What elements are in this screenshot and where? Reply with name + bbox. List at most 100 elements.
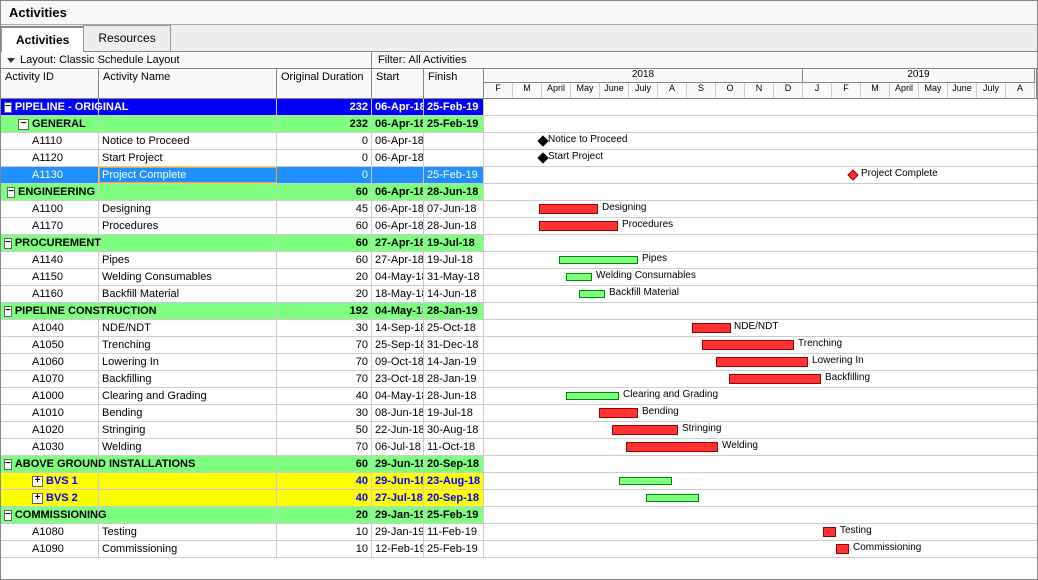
- gantt-bar[interactable]: [836, 544, 849, 554]
- gantt-label: Notice to Proceed: [548, 134, 628, 145]
- gantt-bar[interactable]: [692, 323, 731, 333]
- gantt-bar[interactable]: [612, 425, 678, 435]
- gantt-bar[interactable]: [626, 442, 718, 452]
- table-row[interactable]: −ENGINEERING6006-Apr-1828-Jun-18: [1, 184, 1037, 201]
- gantt-bar[interactable]: [539, 221, 618, 231]
- table-row[interactable]: A1050Trenching7025-Sep-1831-Dec-18Trench…: [1, 337, 1037, 354]
- cell-activity-id: A1040: [1, 320, 99, 336]
- cell-finish: 30-Aug-18: [424, 422, 484, 438]
- cell-duration: 0: [277, 150, 372, 166]
- collapse-icon[interactable]: −: [4, 238, 12, 249]
- table-row[interactable]: −PROCUREMENT6027-Apr-1819-Jul-18: [1, 235, 1037, 252]
- cell-activity-id: A1060: [1, 354, 99, 370]
- collapse-icon[interactable]: −: [4, 459, 12, 470]
- cell-finish: 25-Oct-18: [424, 320, 484, 336]
- cell-activity-id: A1130: [1, 167, 99, 183]
- gantt-label: Backfill Material: [609, 287, 679, 298]
- collapse-icon[interactable]: −: [18, 119, 29, 130]
- table-row[interactable]: A1100Designing4506-Apr-1807-Jun-18Design…: [1, 201, 1037, 218]
- header-start[interactable]: Start: [372, 69, 424, 98]
- collapse-icon[interactable]: −: [4, 306, 12, 317]
- table-row[interactable]: A1000Clearing and Grading4004-May-1828-J…: [1, 388, 1037, 405]
- gantt-bar[interactable]: [646, 494, 699, 502]
- cell-activity-name: Clearing and Grading: [99, 388, 277, 404]
- table-row[interactable]: A1120Start Project006-Apr-18Start Projec…: [1, 150, 1037, 167]
- cell-start: 29-Jun-18: [372, 473, 424, 489]
- table-row[interactable]: A1030Welding7006-Jul-1811-Oct-18Welding: [1, 439, 1037, 456]
- gantt-cell: Commissioning: [484, 541, 1037, 557]
- header-activity-id[interactable]: Activity ID: [1, 69, 99, 98]
- table-row[interactable]: −COMMISSIONING2029-Jan-1925-Feb-19: [1, 507, 1037, 524]
- table-row[interactable]: A1150Welding Consumables2004-May-1831-Ma…: [1, 269, 1037, 286]
- milestone-icon[interactable]: [537, 152, 548, 163]
- table-row[interactable]: A1110Notice to Proceed006-Apr-18Notice t…: [1, 133, 1037, 150]
- gantt-bar[interactable]: [579, 290, 605, 298]
- table-row[interactable]: A1090Commissioning1012-Feb-1925-Feb-19Co…: [1, 541, 1037, 558]
- gantt-bar[interactable]: [539, 204, 598, 214]
- gantt-bar[interactable]: [702, 340, 794, 350]
- header-activity-name[interactable]: Activity Name: [99, 69, 277, 98]
- cell-start: 06-Apr-18: [372, 133, 424, 149]
- cell-duration: 20: [277, 269, 372, 285]
- cell-activity-id: A1100: [1, 201, 99, 217]
- cell-duration: 60: [277, 252, 372, 268]
- cell-activity-name: [99, 184, 277, 200]
- collapse-icon[interactable]: −: [7, 187, 15, 198]
- table-row[interactable]: A1010Bending3008-Jun-1819-Jul-18Bending: [1, 405, 1037, 422]
- header-finish[interactable]: Finish: [424, 69, 484, 98]
- filter-selector[interactable]: Filter: All Activities: [372, 52, 473, 68]
- gantt-cell: Pipes: [484, 252, 1037, 268]
- cell-finish: 14-Jan-19: [424, 354, 484, 370]
- gantt-bar[interactable]: [566, 392, 619, 400]
- gantt-bar[interactable]: [729, 374, 821, 384]
- table-row[interactable]: A1040NDE/NDT3014-Sep-1825-Oct-18NDE/NDT: [1, 320, 1037, 337]
- toolbar: Layout: Classic Schedule Layout Filter: …: [1, 52, 1037, 69]
- gantt-bar[interactable]: [599, 408, 638, 418]
- table-row[interactable]: A1140Pipes6027-Apr-1819-Jul-18Pipes: [1, 252, 1037, 269]
- gantt-bar[interactable]: [823, 527, 836, 537]
- cell-activity-id: +BVS 2: [1, 490, 99, 506]
- table-row[interactable]: A1130Project Complete025-Feb-19Project C…: [1, 167, 1037, 184]
- table-row[interactable]: +BVS 24027-Jul-1820-Sep-18: [1, 490, 1037, 507]
- tab-resources[interactable]: Resources: [83, 25, 170, 51]
- cell-activity-id: A1000: [1, 388, 99, 404]
- cell-finish: 11-Oct-18: [424, 439, 484, 455]
- gantt-bar[interactable]: [559, 256, 638, 264]
- cell-duration: 20: [277, 286, 372, 302]
- tab-activities[interactable]: Activities: [1, 26, 84, 52]
- table-row[interactable]: A1160Backfill Material2018-May-1814-Jun-…: [1, 286, 1037, 303]
- collapse-icon[interactable]: −: [4, 102, 12, 113]
- cell-start: 29-Jun-18: [372, 456, 424, 472]
- header-duration[interactable]: Original Duration: [277, 69, 372, 98]
- table-row[interactable]: +BVS 14029-Jun-1823-Aug-18: [1, 473, 1037, 490]
- header-timeline: 20182019 FMAprilMayJuneJulyASONDJFMApril…: [484, 69, 1037, 98]
- milestone-icon[interactable]: [537, 135, 548, 146]
- table-row[interactable]: A1070Backfilling7023-Oct-1828-Jan-19Back…: [1, 371, 1037, 388]
- milestone-icon[interactable]: [847, 169, 858, 180]
- cell-start: 06-Apr-18: [372, 218, 424, 234]
- gantt-bar[interactable]: [619, 477, 672, 485]
- cell-finish: 28-Jan-19: [424, 371, 484, 387]
- cell-activity-name: Procedures: [99, 218, 277, 234]
- cell-finish: 20-Sep-18: [424, 490, 484, 506]
- gantt-label: Trenching: [798, 338, 842, 349]
- gantt-bar[interactable]: [566, 273, 592, 281]
- table-row[interactable]: A1170Procedures6006-Apr-1828-Jun-18Proce…: [1, 218, 1037, 235]
- expand-icon[interactable]: +: [32, 493, 43, 504]
- table-row[interactable]: −ABOVE GROUND INSTALLATIONS6029-Jun-1820…: [1, 456, 1037, 473]
- expand-icon[interactable]: +: [32, 476, 43, 487]
- table-row[interactable]: A1060Lowering In7009-Oct-1814-Jan-19Lowe…: [1, 354, 1037, 371]
- cell-activity-name: [99, 490, 277, 506]
- table-row[interactable]: A1020Stringing5022-Jun-1830-Aug-18String…: [1, 422, 1037, 439]
- table-row[interactable]: −GENERAL23206-Apr-1825-Feb-19: [1, 116, 1037, 133]
- cell-activity-id: −GENERAL: [1, 116, 99, 132]
- cell-start: 18-May-18: [372, 286, 424, 302]
- collapse-icon[interactable]: −: [4, 510, 12, 521]
- grid-body[interactable]: −PIPELINE - ORIGINAL23206-Apr-1825-Feb-1…: [1, 99, 1037, 579]
- cell-activity-id: A1050: [1, 337, 99, 353]
- table-row[interactable]: −PIPELINE CONSTRUCTION19204-May-1828-Jan…: [1, 303, 1037, 320]
- table-row[interactable]: −PIPELINE - ORIGINAL23206-Apr-1825-Feb-1…: [1, 99, 1037, 116]
- table-row[interactable]: A1080Testing1029-Jan-1911-Feb-19Testing: [1, 524, 1037, 541]
- layout-selector[interactable]: Layout: Classic Schedule Layout: [1, 52, 372, 68]
- gantt-bar[interactable]: [716, 357, 808, 367]
